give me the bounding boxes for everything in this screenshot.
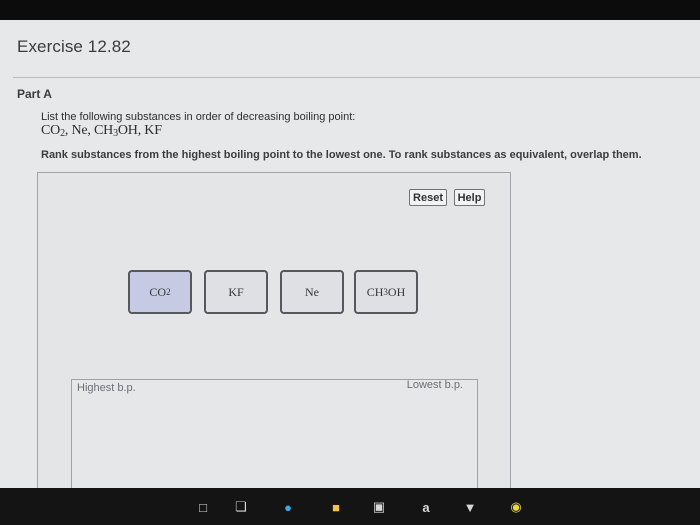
reset-button[interactable]: Reset xyxy=(409,189,447,206)
highest-bp-label: Highest b.p. xyxy=(77,382,136,394)
tile-ch3oh[interactable]: CH 3 OH xyxy=(354,270,418,314)
top-bezel xyxy=(0,0,700,20)
store-icon[interactable]: ▣ xyxy=(371,499,387,515)
browser-icon[interactable]: ● xyxy=(280,499,296,515)
ranking-workspace: Reset Help CO 2 KF Ne CH 3 OH Highest b.p. … xyxy=(37,172,511,521)
exercise-title: Exercise 12.82 xyxy=(17,37,131,56)
exercise-page: Exercise 12.82 Part A List the following… xyxy=(0,20,700,521)
divider xyxy=(13,77,700,78)
tile-kf[interactable]: KF xyxy=(204,270,268,314)
tile-ne[interactable]: Ne xyxy=(280,270,344,314)
instruction-text: List the following substances in order o… xyxy=(41,111,356,123)
part-label: Part A xyxy=(17,87,52,101)
lowest-bp-label: Lowest b.p. xyxy=(406,379,463,391)
substances-text: CO2, Ne, CH3OH, KF xyxy=(41,123,162,139)
taskbar: □ ❏ ● ■ ▣ a ▼ ◉ xyxy=(0,488,700,525)
chrome-icon[interactable]: ◉ xyxy=(508,499,524,515)
substances-line: CO2, Ne, CH3OH, KF xyxy=(41,123,162,139)
tile-co2[interactable]: CO 2 xyxy=(128,270,192,314)
window-icon[interactable]: □ xyxy=(195,499,211,515)
vpn-icon[interactable]: ▼ xyxy=(462,499,478,515)
rank-instruction: Rank substances from the highest boiling… xyxy=(41,149,642,161)
help-button[interactable]: Help xyxy=(454,189,485,206)
file-icon[interactable]: ■ xyxy=(328,499,344,515)
app-a-icon[interactable]: a xyxy=(418,499,434,515)
tabs-icon[interactable]: ❏ xyxy=(233,499,249,515)
